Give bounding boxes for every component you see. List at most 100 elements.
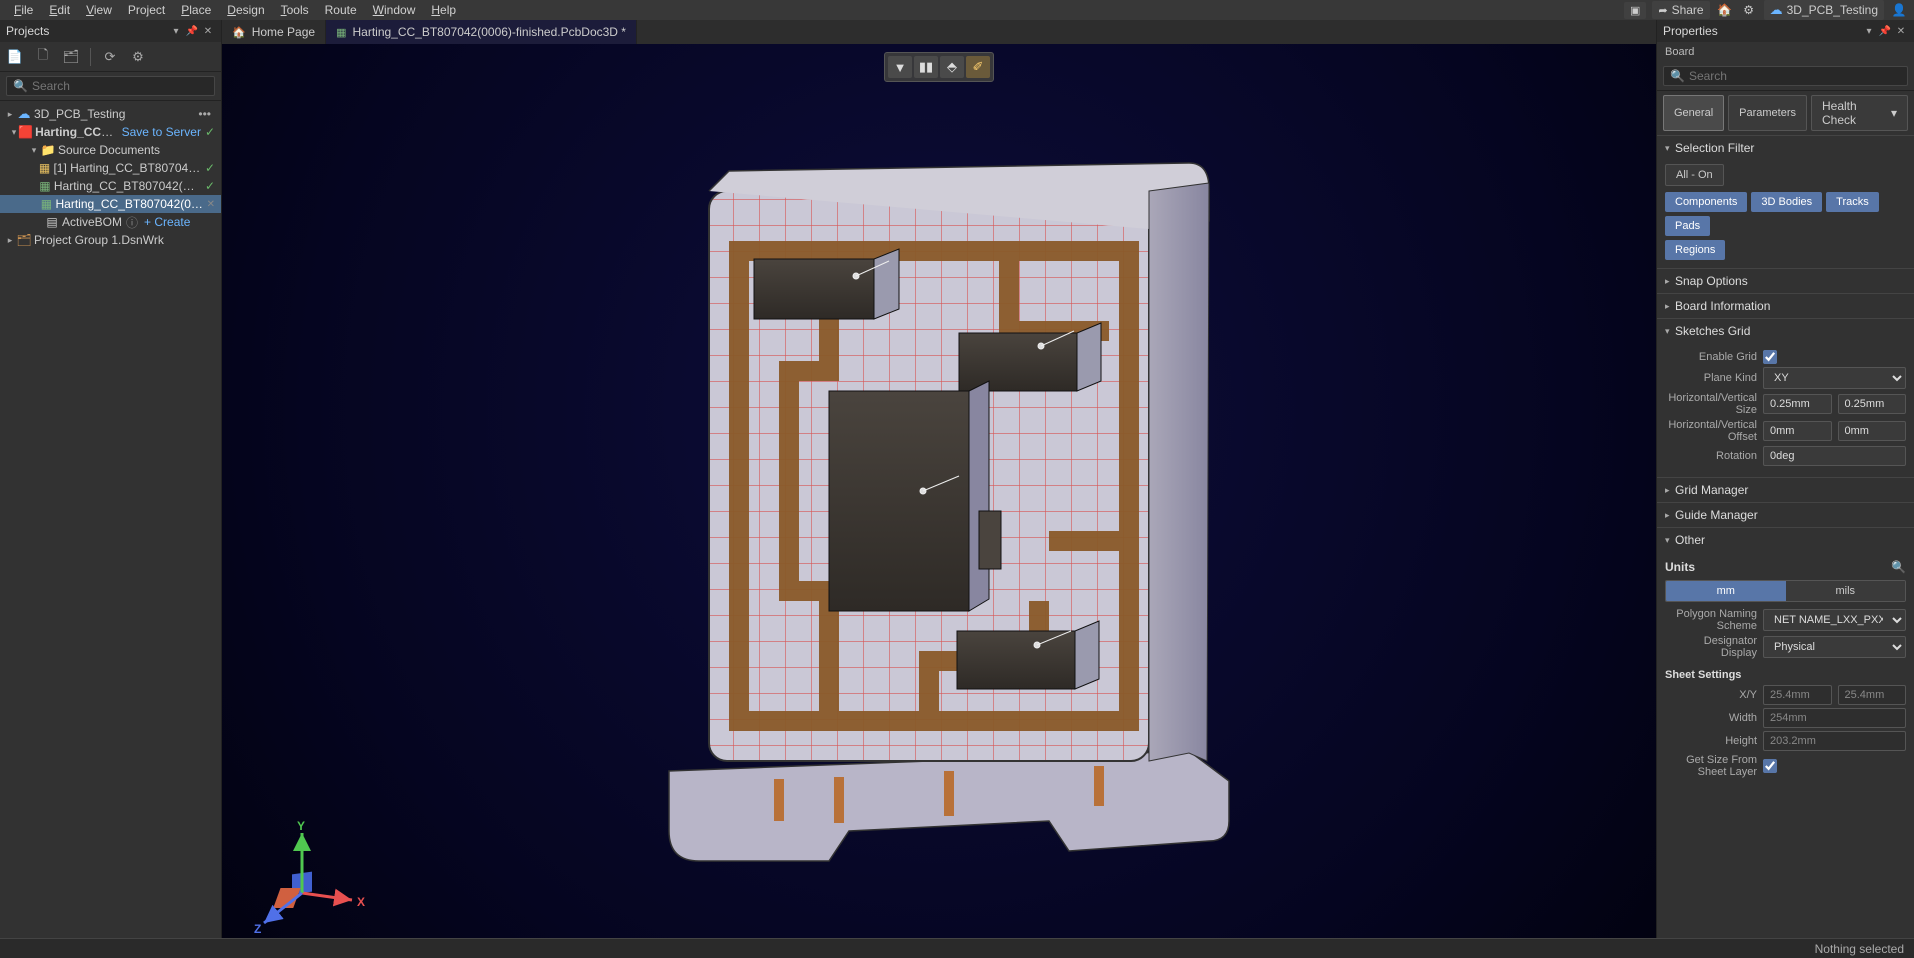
panel-close-icon[interactable]: ✕ xyxy=(201,24,215,38)
sheet-height-label: Height xyxy=(1665,735,1757,747)
designator-select[interactable]: Physical xyxy=(1763,636,1906,658)
filter-view-button[interactable]: ▼ xyxy=(888,56,912,78)
compile-icon[interactable]: 🗂 xyxy=(62,48,80,66)
user-avatar[interactable]: 👤 xyxy=(1890,1,1908,19)
search-icon[interactable]: 🔍 xyxy=(1891,560,1906,574)
tree-source-documents[interactable]: ▾📁 Source Documents xyxy=(0,141,221,159)
plane-kind-select[interactable]: XY xyxy=(1763,367,1906,389)
grid-size-v-input[interactable] xyxy=(1838,394,1907,414)
panel-pin-icon[interactable]: 📌 xyxy=(1878,24,1892,38)
section-guide-manager[interactable]: ▸Guide Manager xyxy=(1657,503,1914,527)
3d-viewport[interactable]: ▼ ▮▮ ⬘ ✐ xyxy=(222,44,1656,958)
tree-doc3-label: Harting_CC_BT807042(0006)-fi xyxy=(56,197,207,211)
menu-project[interactable]: Project xyxy=(120,1,173,19)
enable-grid-label: Enable Grid xyxy=(1665,351,1757,363)
properties-search[interactable]: 🔍 xyxy=(1663,66,1908,86)
flip-view-button[interactable]: ⬘ xyxy=(940,56,964,78)
grid-offset-h-input[interactable] xyxy=(1763,421,1832,441)
menu-file[interactable]: File xyxy=(6,1,41,19)
units-mm-button[interactable]: mm xyxy=(1666,581,1786,601)
tree-project[interactable]: ▾🟥 Harting_CC_BT8070 Save to Server ✓ xyxy=(0,123,221,141)
axis-z-label: Z xyxy=(254,922,261,936)
get-size-checkbox[interactable] xyxy=(1763,759,1777,773)
menu-design[interactable]: Design xyxy=(219,1,272,19)
check-icon: ✓ xyxy=(205,125,215,139)
filter-pads[interactable]: Pads xyxy=(1665,216,1710,236)
tree-workspace-label: 3D_PCB_Testing xyxy=(34,107,125,121)
panel-dropdown-icon[interactable]: ▾ xyxy=(1862,24,1876,38)
save-to-server-link[interactable]: Save to Server xyxy=(122,125,201,139)
measure-view-button[interactable]: ✐ xyxy=(966,56,990,78)
notify-button[interactable]: ▣ xyxy=(1624,2,1646,19)
units-mils-button[interactable]: mils xyxy=(1786,581,1906,601)
main-menubar: File Edit View Project Place Design Tool… xyxy=(0,0,1914,20)
tree-workspace[interactable]: ▸☁ 3D_PCB_Testing ••• xyxy=(0,105,221,123)
tab-health-label: Health Check xyxy=(1822,99,1887,127)
options-icon[interactable]: ⚙ xyxy=(129,48,147,66)
tab-document[interactable]: ▦ Harting_CC_BT807042(0006)-finished.Pcb… xyxy=(326,20,637,44)
tab-home-label: Home Page xyxy=(252,25,315,39)
section-grid-manager[interactable]: ▸Grid Manager xyxy=(1657,478,1914,502)
sheet-width-label: Width xyxy=(1665,712,1757,724)
projects-search-input[interactable] xyxy=(32,79,208,93)
tree-doc1-label: [1] Harting_CC_BT807042(0006 xyxy=(53,161,201,175)
tab-general[interactable]: General xyxy=(1663,95,1724,131)
projects-title: Projects xyxy=(6,24,167,38)
menu-help[interactable]: Help xyxy=(423,1,464,19)
tab-parameters[interactable]: Parameters xyxy=(1728,95,1807,131)
grid-offset-v-input[interactable] xyxy=(1838,421,1907,441)
info-icon[interactable]: ⓘ xyxy=(126,214,138,231)
axis-indicator: X Y Z xyxy=(252,818,372,938)
share-button[interactable]: ➦ Share xyxy=(1652,1,1709,19)
ellipsis-icon[interactable]: ••• xyxy=(194,107,215,121)
menu-view[interactable]: View xyxy=(78,1,120,19)
section-selection-filter[interactable]: ▾Selection Filter xyxy=(1657,136,1914,160)
home-icon[interactable]: 🏠 xyxy=(1716,1,1734,19)
section-snap-label: Snap Options xyxy=(1675,274,1748,288)
close-doc-icon[interactable]: ✕ xyxy=(207,199,215,210)
panel-pin-icon[interactable]: 📌 xyxy=(185,24,199,38)
properties-search-input[interactable] xyxy=(1689,69,1901,83)
get-size-label: Get Size From Sheet Layer xyxy=(1665,754,1757,778)
section-snap-options[interactable]: ▸Snap Options xyxy=(1657,269,1914,293)
menu-edit[interactable]: Edit xyxy=(41,1,78,19)
filter-all-on-button[interactable]: All - On xyxy=(1665,164,1724,186)
layers-view-button[interactable]: ▮▮ xyxy=(914,56,938,78)
section-other[interactable]: ▾Other xyxy=(1657,528,1914,552)
menu-route[interactable]: Route xyxy=(317,1,365,19)
filter-tracks[interactable]: Tracks xyxy=(1826,192,1879,212)
tree-activebom[interactable]: ▤ ActiveBOM ⓘ + Create xyxy=(0,213,221,231)
tree-bom-label: ActiveBOM xyxy=(62,215,122,229)
panel-close-icon[interactable]: ✕ xyxy=(1894,24,1908,38)
bom-create-link[interactable]: + Create xyxy=(144,215,190,229)
tab-home[interactable]: 🏠 Home Page xyxy=(222,20,326,44)
poly-scheme-select[interactable]: NET NAME_LXX_PXXX xyxy=(1763,609,1906,631)
tree-doc-pcb[interactable]: ▦ Harting_CC_BT807042(0006)-b ✓ xyxy=(0,177,221,195)
projects-search[interactable]: 🔍 xyxy=(6,76,215,96)
units-toggle: mm mils xyxy=(1665,580,1906,602)
tree-doc-schematic[interactable]: ▦ [1] Harting_CC_BT807042(0006 ✓ xyxy=(0,159,221,177)
enable-grid-checkbox[interactable] xyxy=(1763,350,1777,364)
properties-header: Properties ▾ 📌 ✕ xyxy=(1657,20,1914,42)
sheet-y-input xyxy=(1838,685,1907,705)
workspace-button[interactable]: ☁ 3D_PCB_Testing xyxy=(1764,0,1884,20)
section-board-info[interactable]: ▸Board Information xyxy=(1657,294,1914,318)
save-icon[interactable]: 🗋 xyxy=(34,48,52,66)
tree-project-group[interactable]: ▸🗂 Project Group 1.DsnWrk xyxy=(0,231,221,249)
filter-regions[interactable]: Regions xyxy=(1665,240,1725,260)
menu-window[interactable]: Window xyxy=(365,1,424,19)
filter-3d-bodies[interactable]: 3D Bodies xyxy=(1751,192,1822,212)
section-sketches-grid[interactable]: ▾Sketches Grid xyxy=(1657,319,1914,343)
filter-components[interactable]: Components xyxy=(1665,192,1747,212)
grid-size-h-input[interactable] xyxy=(1763,394,1832,414)
menu-tools[interactable]: Tools xyxy=(273,1,317,19)
panel-dropdown-icon[interactable]: ▾ xyxy=(169,24,183,38)
tab-health-check[interactable]: Health Check ▾ xyxy=(1811,95,1908,131)
menu-place[interactable]: Place xyxy=(173,1,219,19)
tree-doc-3d[interactable]: ▦ Harting_CC_BT807042(0006)-fi ✕ xyxy=(0,195,221,213)
new-doc-icon[interactable]: 📄 xyxy=(6,48,24,66)
center-panel: 🏠 Home Page ▦ Harting_CC_BT807042(0006)-… xyxy=(222,20,1656,958)
refresh-icon[interactable]: ⟳ xyxy=(101,48,119,66)
settings-icon[interactable]: ⚙ xyxy=(1740,1,1758,19)
rotation-input[interactable] xyxy=(1763,446,1906,466)
